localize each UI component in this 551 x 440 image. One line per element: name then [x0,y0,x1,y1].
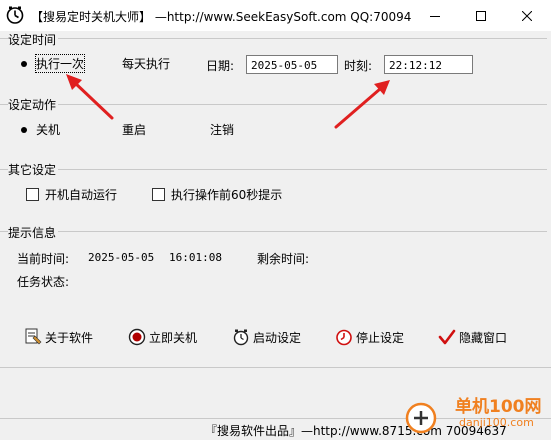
time-input[interactable]: 22:12:12 [384,55,473,74]
other-settings-group-label: 其它设定 [8,161,59,178]
autostart-checkbox[interactable]: 开机自动运行 [26,186,117,203]
watermark: 单机100网 danji100.com [405,390,551,439]
annotation-arrow-left [66,74,114,120]
window-title: 【搜易定时关机大师】 —http://www.SeekEasySoft.com … [31,10,411,24]
checkbox-box [152,188,165,201]
radio-restart-label: 重启 [122,123,147,137]
watermark-logo-icon [405,402,437,434]
about-label: 关于软件 [45,330,94,345]
annotation-arrow-right [334,80,390,129]
set-time-group-label: 设定时间 [8,31,59,48]
toolbar-divider [0,367,551,368]
stop-setting-label: 停止设定 [356,330,405,345]
current-clock-value: 16:01:08 [169,251,222,264]
radio-selected-indicator [18,124,30,136]
title-bar: 【搜易定时关机大师】 —http://www.SeekEasySoft.com … [0,0,551,31]
current-time-label: 当前时间: [17,252,70,266]
stop-setting-button[interactable]: 停止设定 [335,325,404,349]
alarm-clock-icon [233,329,249,346]
close-icon [522,10,532,21]
time-label: 时刻: [344,59,373,73]
minimize-button[interactable] [412,0,458,31]
radio-logoff-label: 注销 [210,123,235,137]
checkbox-box [26,188,39,201]
info-group: 提示信息 [0,224,547,241]
prompt-60s-checkbox[interactable]: 执行操作前60秒提示 [152,186,282,203]
watermark-subtext: danji100.com [459,416,534,429]
maximize-icon [476,10,486,21]
shutdown-now-button[interactable]: 立即关机 [128,325,197,349]
checkmark-icon [438,329,456,345]
radio-logoff[interactable]: 注销 [192,121,234,138]
set-action-group-label: 设定动作 [8,96,59,113]
maximize-button[interactable] [458,0,504,31]
radio-selected-indicator [18,58,30,70]
shutdown-now-label: 立即关机 [149,330,198,345]
current-date-value: 2025-05-05 [88,251,155,264]
clock-app-icon [6,6,24,24]
autostart-label: 开机自动运行 [45,188,118,202]
remaining-time-label: 剩余时间: [257,252,310,266]
minimize-icon [430,15,440,17]
radio-indicator [104,124,116,136]
watermark-text: 单机100网 [455,397,542,417]
stop-clock-icon [336,329,352,346]
about-button[interactable]: 关于软件 [24,325,93,349]
other-settings-group: 其它设定 [0,161,547,178]
info-group-label: 提示信息 [8,224,59,241]
start-setting-button[interactable]: 启动设定 [232,325,301,349]
radio-execute-daily-label: 每天执行 [122,57,171,71]
date-input[interactable]: 2025-05-05 [246,55,338,74]
hide-window-button[interactable]: 隐藏窗口 [438,325,507,349]
task-status-label: 任务状态: [17,275,70,289]
close-button[interactable] [504,0,550,31]
prompt-60s-label: 执行操作前60秒提示 [171,188,283,202]
radio-indicator [104,58,116,70]
radio-shutdown-label: 关机 [36,123,61,137]
date-label: 日期: [206,59,235,73]
set-time-group: 设定时间 [0,31,547,48]
hide-window-label: 隐藏窗口 [459,330,508,345]
document-icon [25,328,42,345]
start-setting-label: 启动设定 [253,330,302,345]
radio-indicator [192,124,204,136]
radio-shutdown[interactable]: 关机 [18,121,60,138]
record-button-icon [128,328,146,346]
